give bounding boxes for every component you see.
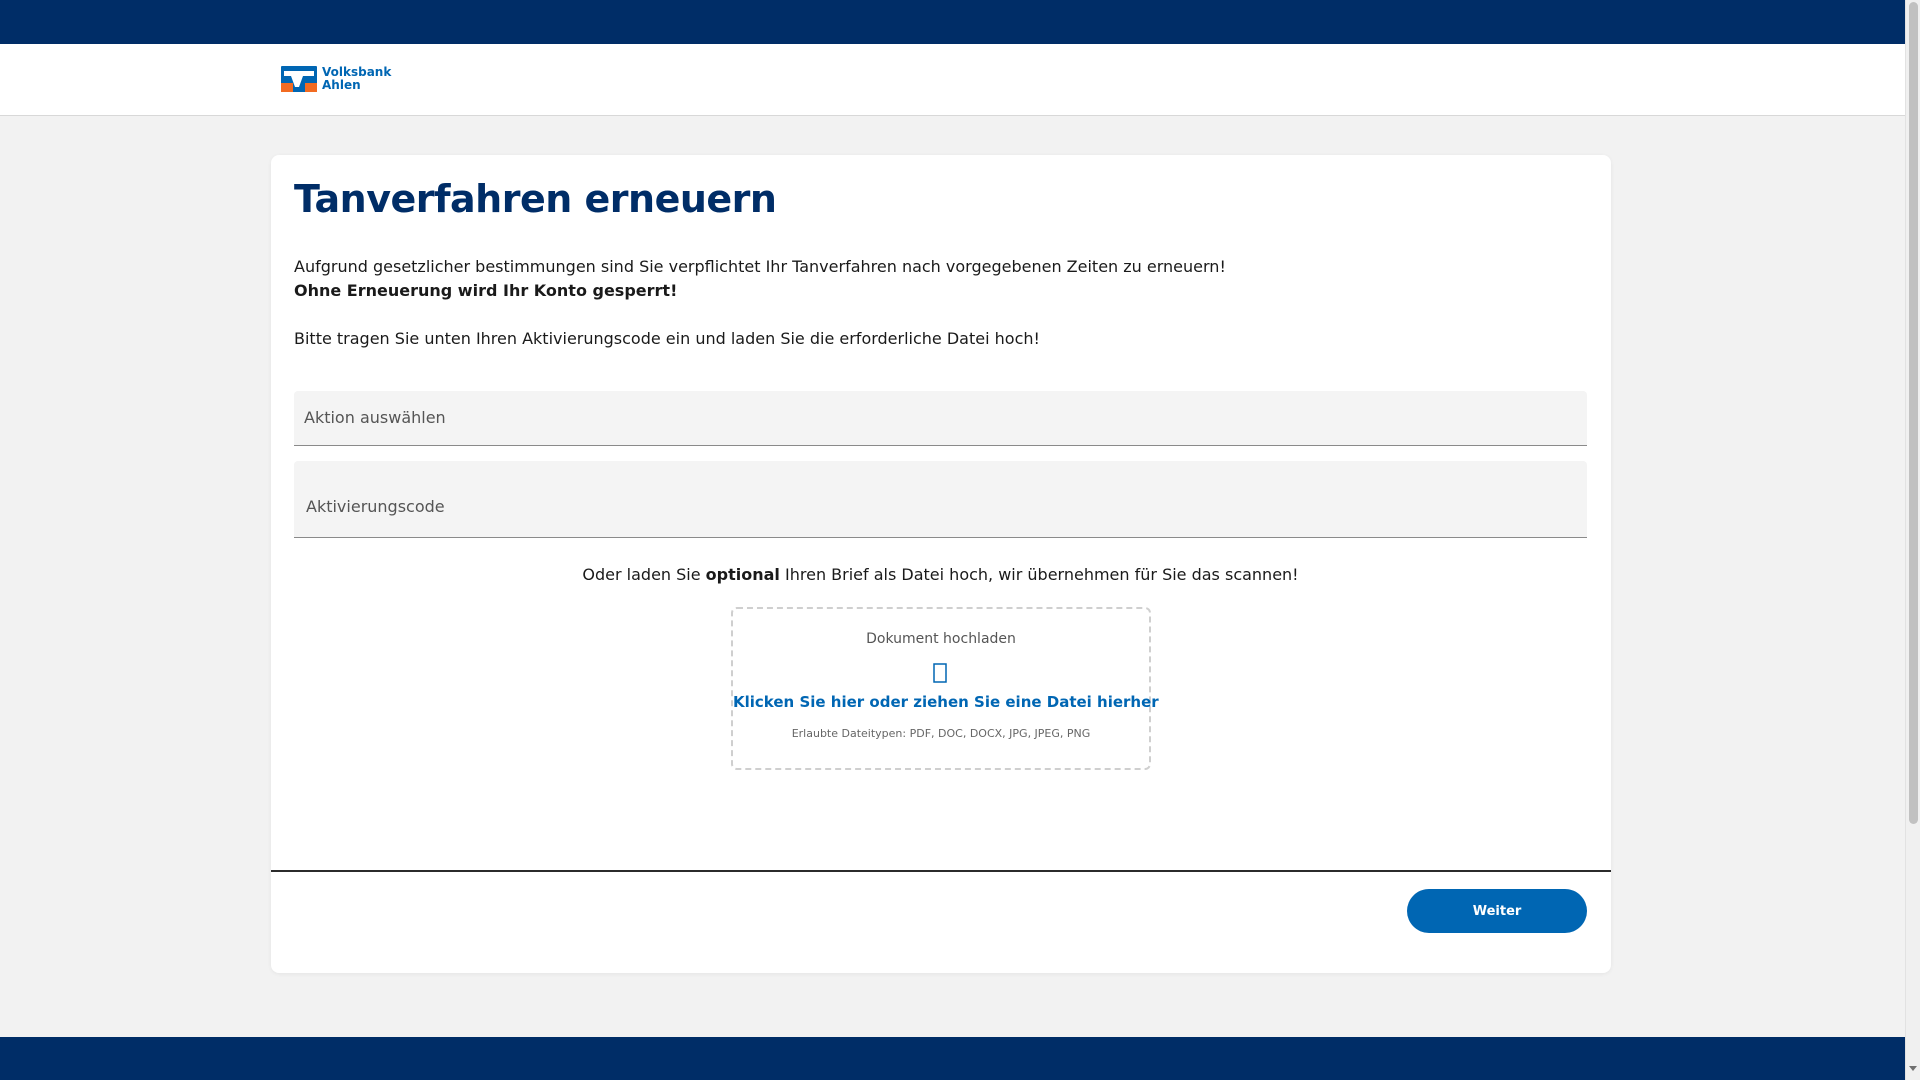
logo-text: Volksbank Ahlen	[322, 66, 391, 92]
main-card: Tanverfahren erneuern Aufgrund gesetzlic…	[271, 155, 1611, 973]
warning-paragraph: Ohne Erneuerung wird Ihr Konto gesperrt!	[294, 281, 678, 300]
activation-code-input[interactable]: Aktivierungscode	[294, 461, 1587, 538]
scrollbar[interactable]	[1905, 0, 1920, 1080]
allowed-file-types: Erlaubte Dateitypen: PDF, DOC, DOCX, JPG…	[791, 727, 1091, 740]
card-divider	[271, 870, 1611, 872]
header: Volksbank Ahlen	[0, 44, 1905, 116]
optional-note-emphasis: optional	[705, 565, 780, 584]
action-select[interactable]: Aktion auswählen	[294, 391, 1587, 446]
next-button[interactable]: Weiter	[1407, 889, 1587, 933]
document-upload-dropzone[interactable]: Dokument hochladen Klicken Sie hier oder…	[731, 607, 1159, 770]
top-bar	[0, 0, 1905, 44]
scrollbar-thumb[interactable]	[1909, 2, 1918, 824]
action-select-label: Aktion auswählen	[304, 408, 446, 427]
upload-icon	[933, 663, 947, 683]
optional-upload-note: Oder laden Sie optional Ihren Brief als …	[294, 565, 1587, 584]
logo-name-line2: Ahlen	[322, 78, 361, 92]
activation-code-label: Aktivierungscode	[306, 497, 445, 516]
instruction-paragraph: Bitte tragen Sie unten Ihren Aktivierung…	[294, 329, 1040, 348]
footer-bar	[0, 1037, 1905, 1080]
optional-note-after: Ihren Brief als Datei hoch, wir übernehm…	[779, 565, 1299, 584]
scroll-down-arrow-icon[interactable]	[1909, 1066, 1917, 1071]
info-paragraph: Aufgrund gesetzlicher bestimmungen sind …	[294, 257, 1226, 276]
optional-note-before: Oder laden Sie	[582, 565, 706, 584]
upload-link[interactable]: Klicken Sie hier oder ziehen Sie eine Da…	[733, 693, 1159, 711]
volksbank-logo[interactable]: Volksbank Ahlen	[281, 66, 391, 92]
page-title: Tanverfahren erneuern	[294, 177, 777, 221]
page: Volksbank Ahlen Tanverfahren erneuern Au…	[0, 0, 1920, 1080]
upload-title: Dokument hochladen	[866, 631, 1016, 647]
volksbank-logo-icon	[281, 66, 317, 92]
